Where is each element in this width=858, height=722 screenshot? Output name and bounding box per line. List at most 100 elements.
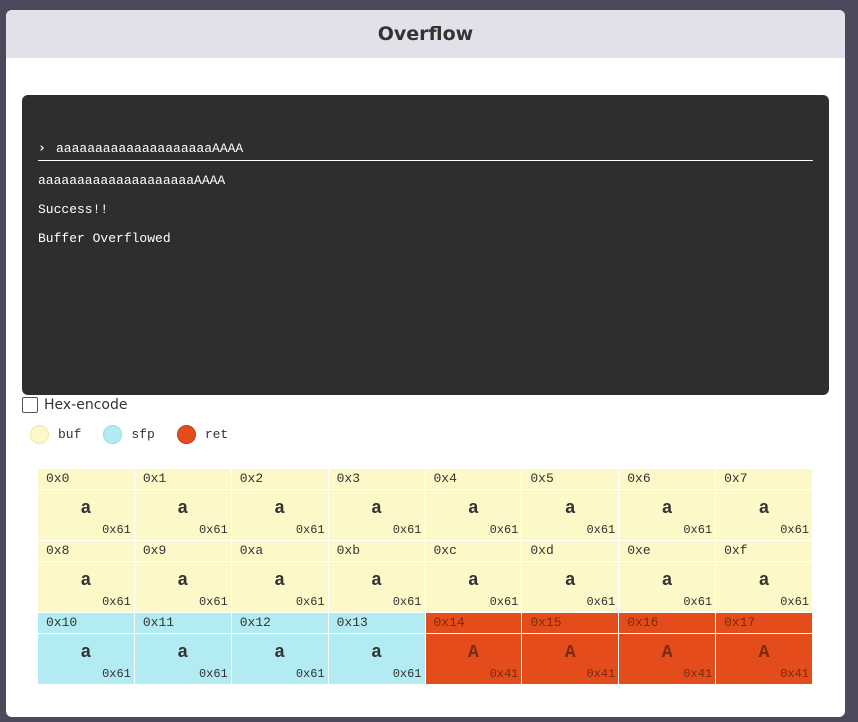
memory-address: 0xe: [619, 541, 716, 562]
memory-cell-0x9: 0x9 a 0x61: [134, 541, 231, 612]
legend-swatch-sfp: [103, 424, 123, 444]
memory-hex: 0x61: [198, 523, 228, 537]
memory-address: 0x5: [522, 469, 619, 490]
memory-cell-0x6: 0x6 a 0x61: [619, 469, 716, 540]
memory-cell-0x4: 0x4 a 0x61: [425, 469, 522, 540]
legend-label: buf: [58, 426, 82, 442]
terminal-input[interactable]: [56, 140, 813, 156]
hex-encode-checkbox[interactable]: [22, 397, 38, 413]
memory-address: 0xa: [231, 541, 328, 562]
memory-address: 0x16: [619, 613, 716, 634]
memory-address: 0x6: [619, 469, 716, 490]
memory-hex: 0x61: [295, 523, 325, 537]
memory-hex: 0x61: [392, 667, 422, 681]
output-line: aaaaaaaaaaaaaaaaaaaaAAAA: [38, 173, 226, 188]
legend-item-ret: ret: [176, 424, 229, 444]
memory-address: 0x11: [134, 613, 231, 634]
memory-hex: 0x61: [683, 595, 713, 609]
memory-char: a: [80, 643, 92, 663]
memory-char: a: [274, 643, 286, 663]
memory-cell-0x14: 0x14 A 0x41: [425, 613, 522, 684]
memory-char: a: [177, 643, 189, 663]
memory-char: a: [371, 499, 382, 519]
memory-address: 0xc: [425, 541, 522, 562]
memory-cell-0x16: 0x16 A 0x41: [619, 613, 716, 684]
memory-char: a: [661, 499, 673, 519]
memory-address: 0x14: [425, 613, 522, 634]
memory-cell-0x17: 0x17 A 0x41: [716, 613, 812, 684]
memory-char: a: [758, 571, 770, 591]
memory-address: 0x1: [134, 469, 231, 490]
memory-char: a: [371, 643, 382, 663]
hex-encode-label[interactable]: Hex-encode: [44, 397, 127, 413]
legend-swatch-ret: [176, 424, 196, 444]
legend-swatch-buf: [30, 424, 49, 444]
memory-hex: 0x61: [780, 595, 809, 609]
memory-hex: 0x61: [102, 523, 131, 537]
memory-address: 0x4: [425, 469, 522, 490]
memory-cell-0xc: 0xc a 0x61: [425, 541, 522, 612]
chevron-right-icon: ›: [38, 140, 46, 156]
memory-address: 0x15: [522, 613, 619, 634]
memory-cell-0xf: 0xf a 0x61: [716, 541, 812, 612]
memory-hex: 0x61: [586, 595, 616, 609]
memory-address: 0x2: [231, 469, 328, 490]
prompt-row: ›: [38, 136, 813, 161]
hex-encode-option[interactable]: Hex-encode: [22, 395, 127, 415]
memory-cell-0xa: 0xa a 0x61: [231, 541, 328, 612]
memory-hex: 0x41: [586, 667, 616, 681]
window-title: Overflow: [377, 23, 474, 45]
memory-address: 0x10: [38, 613, 134, 634]
terminal-output: aaaaaaaaaaaaaaaaaaaaAAAA Success!! Buffe…: [38, 172, 225, 259]
memory-address: 0xb: [328, 541, 425, 562]
memory-cell-0x7: 0x7 a 0x61: [716, 469, 812, 540]
memory-char: a: [564, 499, 576, 519]
memory-address: 0x7: [716, 469, 812, 490]
memory-hex: 0x61: [586, 523, 616, 537]
memory-char: A: [758, 643, 770, 663]
memory-cell-0x2: 0x2 a 0x61: [231, 469, 328, 540]
memory-char: a: [177, 499, 189, 519]
memory-hex: 0x61: [780, 523, 809, 537]
memory-hex: 0x61: [102, 667, 131, 681]
legend-label: ret: [204, 426, 229, 442]
memory-char: a: [661, 571, 673, 591]
memory-address: 0x13: [328, 613, 425, 634]
memory-address: 0x12: [231, 613, 328, 634]
memory-hex: 0x41: [780, 667, 809, 681]
memory-cell-0x0: 0x0 a 0x61: [38, 469, 134, 540]
memory-address: 0xf: [716, 541, 812, 562]
memory-char: A: [564, 643, 576, 663]
memory-address: 0x17: [716, 613, 812, 634]
memory-hex: 0x61: [489, 595, 519, 609]
output-line: Buffer Overflowed: [38, 231, 171, 246]
memory-hex: 0x61: [198, 667, 228, 681]
memory-cell-0x8: 0x8 a 0x61: [38, 541, 134, 612]
memory-hex: 0x41: [489, 667, 519, 681]
memory-char: a: [177, 571, 189, 591]
memory-hex: 0x61: [392, 523, 422, 537]
memory-char: a: [80, 499, 92, 519]
memory-char: a: [468, 571, 479, 591]
memory-cell-0x15: 0x15 A 0x41: [522, 613, 619, 684]
memory-address: 0x3: [328, 469, 425, 490]
memory-hex: 0x61: [683, 523, 713, 537]
memory-address: 0xd: [522, 541, 619, 562]
memory-address: 0x9: [134, 541, 231, 562]
memory-char: a: [758, 499, 770, 519]
memory-hex: 0x41: [683, 667, 713, 681]
memory-cell-0x5: 0x5 a 0x61: [522, 469, 619, 540]
output-line: Success!!: [38, 202, 109, 217]
memory-char: a: [274, 571, 286, 591]
memory-cell-0xd: 0xd a 0x61: [522, 541, 619, 612]
legend-label: sfp: [131, 426, 155, 442]
memory-grid: 0x0 a 0x61 0x1 a 0x61 0x2 a 0x61 0x3 a 0x61 0x4 a 0x61…: [38, 469, 812, 684]
memory-hex: 0x61: [392, 595, 422, 609]
terminal: › aaaaaaaaaaaaaaaaaaaaAAAA Success!! Buf…: [22, 95, 829, 395]
legend-item-sfp: sfp: [103, 424, 155, 444]
memory-address: 0x8: [38, 541, 134, 562]
memory-hex: 0x61: [295, 667, 325, 681]
memory-address: 0x0: [38, 469, 134, 490]
memory-cell-0xb: 0xb a 0x61: [328, 541, 425, 612]
memory-cell-0x13: 0x13 a 0x61: [328, 613, 425, 684]
